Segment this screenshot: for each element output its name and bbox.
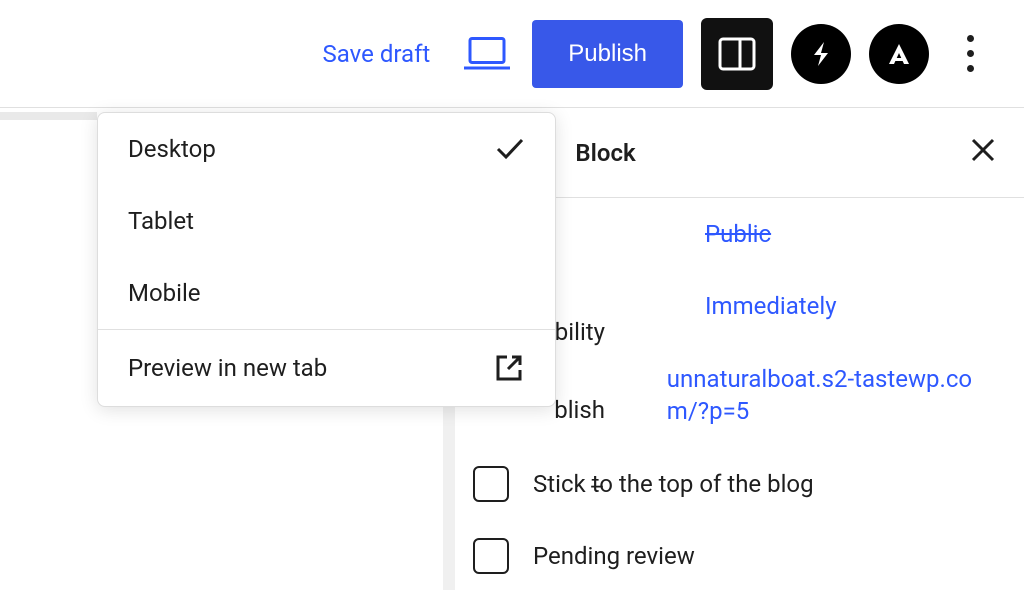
check-icon: [495, 137, 525, 161]
pending-review-checkbox[interactable]: [473, 538, 509, 574]
visibility-value[interactable]: Public: [705, 218, 771, 250]
preview-option-mobile[interactable]: Mobile: [98, 257, 555, 329]
stick-to-top-checkbox[interactable]: [473, 466, 509, 502]
preview-option-desktop-label: Desktop: [128, 135, 216, 163]
preview-option-mobile-label: Mobile: [128, 279, 201, 307]
url-label: –: [589, 473, 605, 501]
publish-button[interactable]: Publish: [532, 20, 683, 88]
preview-new-tab[interactable]: Preview in new tab: [98, 330, 555, 406]
pending-review-row: Pending review: [455, 520, 1024, 592]
preview-device-icon[interactable]: [460, 29, 514, 79]
preview-option-tablet-label: Tablet: [128, 207, 194, 235]
preview-option-desktop[interactable]: Desktop: [98, 113, 555, 185]
publish-date-value[interactable]: Immediately: [705, 290, 837, 322]
external-link-icon: [493, 352, 525, 384]
sidebar-toggle-button[interactable]: [701, 18, 773, 90]
plugin-s-icon[interactable]: [791, 24, 851, 84]
tab-block[interactable]: Block: [575, 139, 655, 167]
pending-review-label: Pending review: [533, 542, 695, 570]
preview-new-tab-label: Preview in new tab: [128, 354, 327, 382]
stick-to-top-label: Stick to the top of the blog: [533, 470, 814, 498]
save-draft-button[interactable]: Save draft: [311, 32, 443, 76]
stick-to-top-row: Stick to the top of the blog: [455, 448, 1024, 520]
close-sidebar-button[interactable]: [970, 137, 996, 168]
preview-dropdown: Desktop Tablet Mobile Preview in new tab: [97, 112, 556, 407]
more-options-button[interactable]: [947, 25, 994, 82]
visibility-label: bility: [555, 318, 605, 346]
editor-top-toolbar: Save draft Publish: [0, 0, 1024, 108]
preview-option-tablet[interactable]: Tablet: [98, 185, 555, 257]
publish-label: blish: [554, 396, 605, 424]
plugin-a-icon[interactable]: [869, 24, 929, 84]
editor-canvas-edge: [0, 112, 97, 120]
url-value[interactable]: unnaturalboat.s2-tastewp.com/?p=5: [667, 363, 984, 428]
